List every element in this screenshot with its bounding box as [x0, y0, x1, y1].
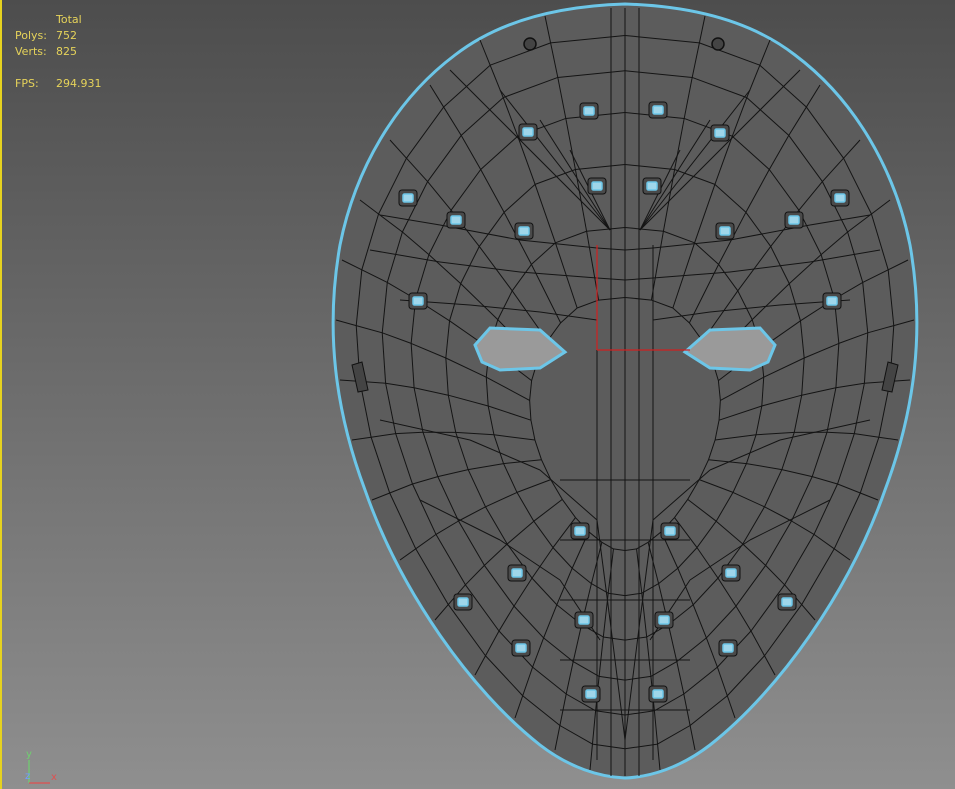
stats-header: Total — [56, 13, 82, 26]
polys-label: Polys: — [15, 29, 47, 42]
vent-hole-opening — [585, 689, 597, 699]
axis-y-label: y — [26, 749, 32, 760]
vent-hole-opening — [658, 615, 670, 625]
vent-hole-opening — [457, 597, 469, 607]
fps-label: FPS: — [15, 77, 39, 90]
viewport-canvas[interactable] — [0, 0, 955, 789]
vent-hole-opening — [788, 215, 800, 225]
vent-hole-opening — [664, 526, 676, 536]
mask-mesh[interactable] — [331, 2, 919, 780]
vent-hole-opening — [522, 127, 534, 137]
vent-hole-opening — [518, 226, 530, 236]
vent-hole-opening — [450, 215, 462, 225]
vent-hole-opening — [719, 226, 731, 236]
polys-value: 752 — [56, 29, 77, 42]
screw-right — [711, 37, 725, 51]
fps-value: 294.931 — [56, 77, 102, 90]
vent-hole-opening — [652, 105, 664, 115]
vent-hole-opening — [412, 296, 424, 306]
verts-value: 825 — [56, 45, 77, 58]
axis-tripod — [28, 760, 50, 784]
vent-hole-opening — [826, 296, 838, 306]
vent-hole-opening — [578, 615, 590, 625]
vent-hole-opening — [515, 643, 527, 653]
vent-hole-opening — [574, 526, 586, 536]
vent-hole-opening — [722, 643, 734, 653]
vent-hole-opening — [646, 181, 658, 191]
axis-z-label: z — [25, 771, 31, 782]
vent-hole-opening — [714, 128, 726, 138]
vent-hole-opening — [402, 193, 414, 203]
vent-hole-opening — [591, 181, 603, 191]
vent-hole-opening — [511, 568, 523, 578]
viewport-statistics: Total Polys: 752 Verts: 825 FPS: 294.931 — [15, 12, 102, 92]
vent-hole-opening — [781, 597, 793, 607]
verts-label: Verts: — [15, 45, 47, 58]
vent-hole-opening — [725, 568, 737, 578]
screw-left — [523, 37, 537, 51]
vent-hole-opening — [652, 689, 664, 699]
vent-hole-opening — [583, 106, 595, 116]
vent-hole-opening — [834, 193, 846, 203]
axis-x-label: x — [51, 772, 57, 783]
